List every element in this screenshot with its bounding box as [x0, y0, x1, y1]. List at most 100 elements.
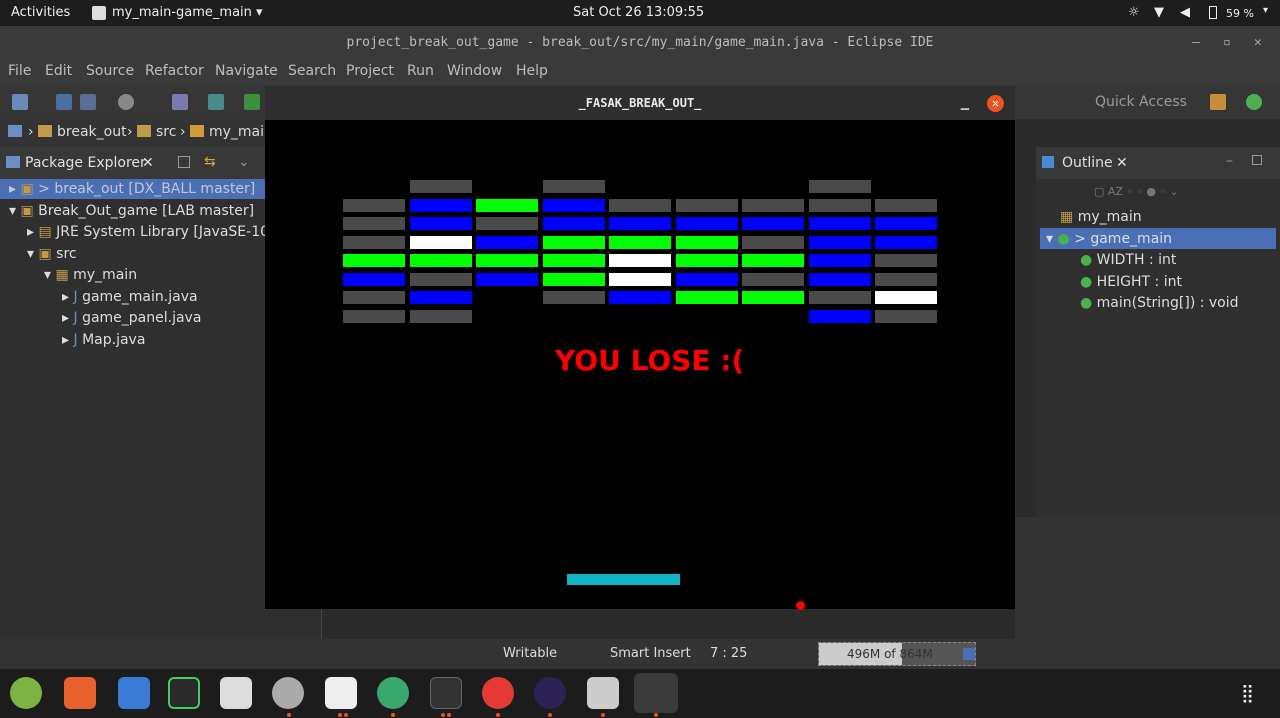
menu-navigate[interactable]: Navigate	[215, 63, 278, 79]
maximize-view-icon[interactable]	[1252, 155, 1262, 165]
game-close-icon[interactable]: ✕	[987, 95, 1004, 112]
heap-status[interactable]: 496M of 864M	[818, 642, 976, 666]
brick	[742, 291, 804, 304]
brick	[343, 272, 405, 286]
outline-field-height[interactable]: ● HEIGHT : int	[1080, 274, 1182, 290]
menu-search[interactable]: Search	[288, 63, 336, 79]
close-view-icon[interactable]: ✕	[142, 155, 154, 171]
atom-icon[interactable]	[377, 677, 409, 709]
breadcrumb-src[interactable]: src	[156, 124, 176, 140]
show-applications-icon[interactable]: ⣿	[1241, 683, 1254, 704]
battery-percent: 59 %	[1226, 7, 1254, 20]
close-icon[interactable]: ✕	[1254, 26, 1262, 59]
terminal-dock-icon[interactable]	[430, 677, 462, 709]
settings-icon[interactable]	[272, 677, 304, 709]
brick	[609, 235, 671, 249]
sort-icon[interactable]: ▢ AZ ◦ ◦ ● ◦ ⌄	[1094, 185, 1179, 198]
brick	[609, 254, 671, 267]
debug-icon[interactable]	[244, 94, 260, 110]
open-perspective-icon[interactable]	[1210, 94, 1226, 110]
minimize-icon[interactable]: –	[1192, 26, 1200, 59]
breadcrumb: › break_out › src › my_main	[0, 119, 273, 147]
volume-icon[interactable]: ◀	[1180, 5, 1190, 20]
dock: ⣿	[0, 669, 1280, 718]
files-icon[interactable]	[325, 677, 357, 709]
menu-refactor[interactable]: Refactor	[145, 63, 204, 79]
outline-toolbar: ▢ AZ ◦ ◦ ● ◦ ⌄	[1094, 185, 1274, 199]
tree-item-map[interactable]: ▸ J Map.java	[62, 332, 145, 348]
menu-edit[interactable]: Edit	[45, 63, 72, 79]
brick	[409, 272, 472, 286]
save-all-icon[interactable]	[80, 94, 96, 110]
close-outline-icon[interactable]: ✕	[1116, 155, 1128, 171]
collapse-all-icon[interactable]	[178, 156, 190, 168]
running-indicator	[344, 713, 348, 717]
image-viewer-icon[interactable]	[587, 677, 619, 709]
brightness-icon[interactable]: ☼	[1128, 5, 1140, 20]
link-editor-icon[interactable]: ⇆	[204, 154, 216, 170]
game-over-message: YOU LOSE :(	[555, 344, 745, 377]
maximize-icon[interactable]: ▫	[1223, 26, 1231, 59]
user-icon[interactable]	[118, 94, 134, 110]
activities-button[interactable]: Activities	[11, 5, 70, 20]
quick-access[interactable]: Quick Access	[1095, 94, 1187, 110]
eclipse-icon[interactable]	[534, 677, 566, 709]
outline-header: Outline ✕ –	[1036, 147, 1280, 179]
system-menu-icon[interactable]: ▾	[1263, 5, 1268, 16]
software-center-icon[interactable]	[64, 677, 96, 709]
outline-title[interactable]: Outline	[1062, 155, 1113, 171]
outline-package[interactable]: ▦ my_main	[1060, 209, 1142, 225]
document-icon[interactable]	[118, 677, 150, 709]
clock[interactable]: Sat Oct 26 13:09:55	[573, 5, 704, 20]
tree-item-break-out-game[interactable]: ▾ ▣ Break_Out_game [LAB master]	[9, 203, 254, 219]
window-title: project_break_out_game - break_out/src/m…	[346, 35, 934, 50]
java-app-icon[interactable]	[634, 673, 678, 713]
brick	[742, 272, 804, 286]
breadcrumb-my-main[interactable]: my_main	[209, 124, 273, 140]
search-icon[interactable]	[220, 677, 252, 709]
new-icon[interactable]	[12, 94, 28, 110]
gc-icon[interactable]	[963, 648, 975, 660]
running-indicator	[447, 713, 451, 717]
menu-project[interactable]: Project	[346, 63, 394, 79]
outline-field-width[interactable]: ● WIDTH : int	[1080, 252, 1176, 268]
java-perspective-icon[interactable]	[1246, 94, 1262, 110]
brick	[675, 235, 738, 249]
brick	[409, 309, 472, 323]
menu-run[interactable]: Run	[407, 63, 434, 79]
tree-item-game-main[interactable]: ▸ J game_main.java	[62, 289, 198, 305]
breadcrumb-break-out[interactable]: break_out	[57, 124, 127, 140]
save-icon[interactable]	[56, 94, 72, 110]
package-explorer-title[interactable]: Package Explorer	[25, 155, 146, 171]
tool-icon[interactable]	[172, 94, 188, 110]
brick	[343, 217, 405, 230]
menu-file[interactable]: File	[8, 63, 31, 79]
outline-method-main[interactable]: ● main(String[]) : void	[1080, 295, 1239, 311]
chrome-icon[interactable]	[482, 677, 514, 709]
tree-item-src[interactable]: ▾ ▣ src	[27, 246, 77, 262]
view-menu-icon[interactable]: ⌄	[238, 154, 250, 170]
tree-item-my-main[interactable]: ▾ ▦ my_main	[44, 267, 137, 283]
tree-item-game-panel[interactable]: ▸ J game_panel.java	[62, 310, 201, 326]
wifi-icon[interactable]: ▼	[1154, 5, 1164, 20]
outline-class[interactable]: ▾ ● > game_main	[1046, 231, 1172, 247]
brick	[476, 198, 538, 212]
brick	[742, 198, 804, 212]
brick	[409, 198, 472, 212]
pycharm-icon[interactable]	[168, 677, 200, 709]
menu-window[interactable]: Window	[447, 63, 502, 79]
tree-item-break-out[interactable]: ▸ ▣ > break_out [DX_BALL master]	[9, 181, 255, 197]
running-indicator	[548, 713, 552, 717]
brick	[609, 217, 671, 230]
terminal-icon[interactable]	[208, 94, 224, 110]
android-studio-icon[interactable]	[10, 677, 42, 709]
window-titlebar: project_break_out_game - break_out/src/m…	[0, 26, 1280, 59]
tree-item-jre[interactable]: ▸ ▤ JRE System Library [JavaSE-10]	[27, 224, 274, 240]
menu-source[interactable]: Source	[86, 63, 134, 79]
menu-help[interactable]: Help	[516, 63, 548, 79]
app-menu[interactable]: my_main-game_main ▾	[112, 5, 263, 20]
package-icon	[190, 125, 204, 137]
battery-icon[interactable]	[1209, 6, 1217, 19]
minimize-view-icon[interactable]: –	[1226, 153, 1233, 169]
brick	[675, 272, 738, 286]
